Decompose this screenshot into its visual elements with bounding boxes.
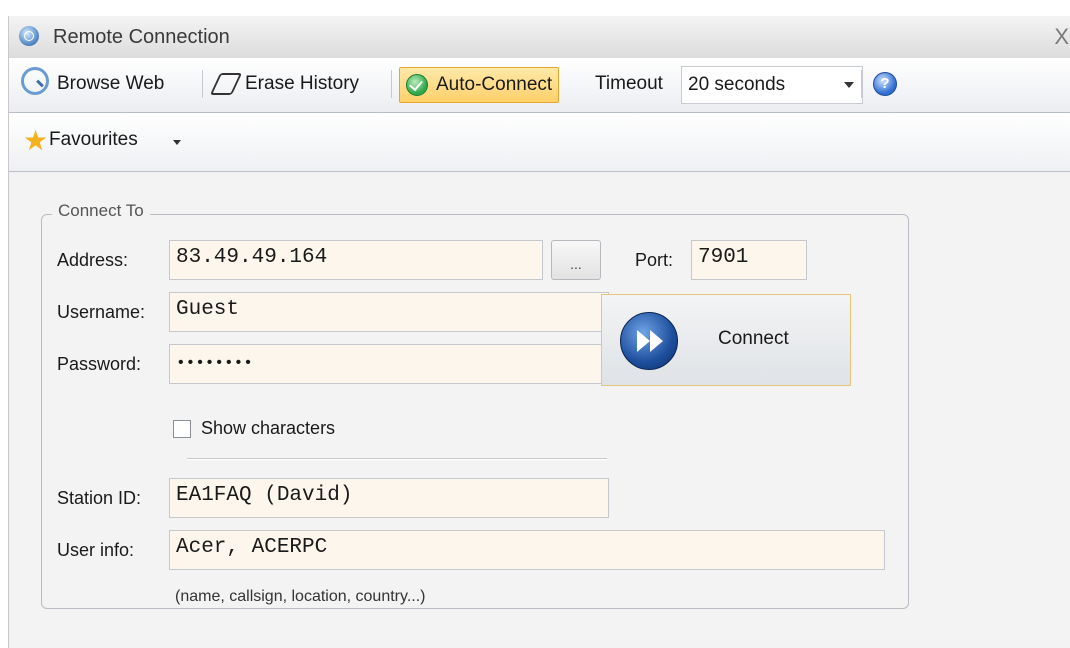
chevron-down-icon bbox=[844, 82, 854, 88]
timeout-label: Timeout bbox=[595, 73, 663, 94]
user-info-hint: (name, callsign, location, country...) bbox=[175, 588, 426, 605]
app-icon bbox=[19, 26, 39, 46]
eraser-icon bbox=[209, 73, 243, 95]
user-info-label: User info: bbox=[57, 540, 135, 560]
show-characters-label[interactable]: Show characters bbox=[201, 418, 335, 439]
star-icon: ★ bbox=[23, 125, 49, 156]
browse-web-button[interactable]: Browse Web bbox=[21, 67, 164, 101]
toolbar-separator bbox=[391, 70, 392, 98]
erase-history-button[interactable]: Erase History bbox=[209, 67, 360, 101]
timeout-value: 20 seconds bbox=[688, 74, 786, 95]
username-label: Username: bbox=[57, 302, 146, 322]
connect-label: Connect bbox=[718, 328, 789, 349]
address-label: Address: bbox=[57, 250, 129, 270]
password-field[interactable]: •••••••• bbox=[169, 344, 609, 384]
toolbar-separator bbox=[861, 70, 862, 98]
password-label: Password: bbox=[57, 354, 142, 374]
show-characters-checkbox[interactable] bbox=[173, 420, 191, 438]
toolbar: Browse Web Erase History Auto-Connect Ti… bbox=[9, 58, 1070, 113]
station-id-field[interactable]: EA1FAQ (David) bbox=[169, 478, 609, 518]
check-icon bbox=[406, 74, 428, 96]
address-browse-button[interactable]: ... bbox=[551, 240, 601, 280]
port-label: Port: bbox=[635, 250, 674, 270]
favourites-bar: ★ Favourites bbox=[9, 113, 1070, 172]
erase-history-label: Erase History bbox=[245, 73, 360, 94]
username-field[interactable]: Guest bbox=[169, 292, 609, 332]
port-field[interactable]: 7901 bbox=[691, 240, 807, 280]
divider bbox=[187, 458, 607, 460]
group-legend: Connect To bbox=[52, 201, 150, 221]
auto-connect-label: Auto-Connect bbox=[436, 74, 553, 95]
toolbar-separator bbox=[202, 70, 203, 98]
station-id-label: Station ID: bbox=[57, 488, 142, 508]
help-icon[interactable]: ? bbox=[873, 72, 897, 96]
remote-connection-window: Remote Connection X Browse Web Erase His… bbox=[8, 16, 1070, 648]
user-info-field[interactable]: Acer, ACERPC bbox=[169, 530, 885, 570]
window-title: Remote Connection bbox=[53, 26, 230, 48]
address-field[interactable]: 83.49.49.164 bbox=[169, 240, 543, 280]
browse-web-label: Browse Web bbox=[57, 73, 165, 94]
search-icon bbox=[21, 67, 49, 95]
auto-connect-button[interactable]: Auto-Connect bbox=[399, 67, 560, 103]
favourites-menu[interactable]: Favourites bbox=[49, 129, 138, 151]
fast-forward-icon bbox=[620, 312, 678, 370]
timeout-select[interactable]: 20 seconds bbox=[681, 66, 863, 104]
connect-button[interactable]: Connect bbox=[601, 294, 851, 386]
close-icon[interactable]: X bbox=[1054, 24, 1069, 50]
title-bar: Remote Connection X bbox=[9, 16, 1070, 59]
chevron-down-icon[interactable] bbox=[173, 140, 181, 145]
